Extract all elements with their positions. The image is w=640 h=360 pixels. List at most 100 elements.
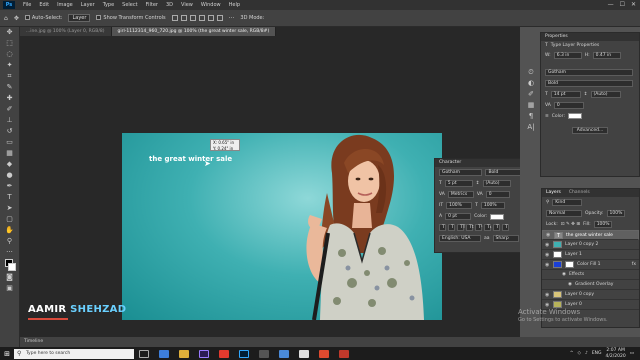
- faux-italic-button[interactable]: T: [448, 224, 455, 231]
- menu-layer[interactable]: Layer: [77, 2, 99, 8]
- app6-icon[interactable]: [339, 349, 349, 358]
- browser-icon[interactable]: [159, 349, 169, 358]
- char-style-field[interactable]: Bold: [485, 169, 521, 176]
- char-antialias-field[interactable]: Sharp: [492, 235, 519, 242]
- eye-icon[interactable]: ◉: [545, 252, 550, 258]
- color-swatches-icon[interactable]: [4, 258, 16, 272]
- prop-color-swatch[interactable]: [567, 113, 582, 119]
- more-options-icon[interactable]: ···: [229, 15, 235, 22]
- app5-icon[interactable]: [319, 349, 329, 358]
- dodge-icon[interactable]: ●: [4, 170, 16, 181]
- photoshop-taskbar-icon[interactable]: [239, 349, 249, 358]
- char-language-field[interactable]: English: USA: [439, 235, 481, 242]
- marquee-icon[interactable]: ⬚: [4, 38, 16, 49]
- tab-document-2[interactable]: girl-1112314_960_720.jpg @ 100% (the gre…: [111, 27, 277, 36]
- char-baseline-field[interactable]: 0 pt: [445, 213, 472, 220]
- show-transform-toggle[interactable]: Show Transform Controls: [96, 15, 166, 21]
- app2-icon[interactable]: [259, 349, 269, 358]
- prop-font-field[interactable]: Gotham: [545, 69, 633, 76]
- app-icon[interactable]: [219, 349, 229, 358]
- char-font-field[interactable]: Gotham: [439, 169, 483, 176]
- align-right-icon[interactable]: [189, 15, 196, 21]
- char-vscale-field[interactable]: 100%: [446, 202, 473, 209]
- rectangle-icon[interactable]: ▢: [4, 214, 16, 225]
- eye-icon[interactable]: ◉: [545, 292, 550, 298]
- prop-size-field[interactable]: 14 pt: [550, 91, 581, 98]
- eyedropper-icon[interactable]: ✎: [4, 82, 16, 93]
- healing-brush-icon[interactable]: ✚: [4, 93, 16, 104]
- char-kerning-field[interactable]: Metrics: [447, 191, 474, 198]
- app4-icon[interactable]: [299, 349, 309, 358]
- strikethrough-button[interactable]: T: [502, 224, 509, 231]
- prop-leading-field[interactable]: (Auto): [590, 91, 621, 98]
- align-bottom-icon[interactable]: [216, 15, 223, 21]
- show-transform-checkbox[interactable]: [96, 15, 102, 20]
- char-leading-field[interactable]: (Auto): [482, 180, 511, 187]
- brush-panel-icon[interactable]: ✐: [525, 89, 537, 100]
- menu-help[interactable]: Help: [225, 2, 244, 8]
- file-explorer-icon[interactable]: [179, 349, 189, 358]
- headline-text-layer[interactable]: the great winter sale: [149, 155, 232, 163]
- layer-row[interactable]: ◉ Layer 0 copy 2: [542, 240, 639, 250]
- align-left-icon[interactable]: [171, 15, 178, 21]
- prop-h-field[interactable]: 0.47 in: [592, 52, 621, 59]
- task-view-icon[interactable]: [139, 349, 149, 358]
- history-panel-icon[interactable]: ⏲: [525, 67, 537, 78]
- eye-icon[interactable]: ◉: [545, 262, 550, 268]
- subscript-button[interactable]: T₁: [484, 224, 492, 231]
- auto-select-checkbox[interactable]: [24, 15, 30, 20]
- layer-row-headline[interactable]: ◉ Tthe great winter sale: [542, 230, 639, 240]
- menu-view[interactable]: View: [177, 2, 197, 8]
- char-color-swatch[interactable]: [490, 213, 505, 220]
- close-icon[interactable]: ✕: [631, 1, 636, 8]
- advanced-button[interactable]: Advanced...: [572, 127, 608, 134]
- language-indicator[interactable]: ENG: [592, 351, 602, 356]
- superscript-button[interactable]: T¹: [475, 224, 483, 231]
- adjust-panel-icon[interactable]: ◐: [525, 78, 537, 89]
- glyph-panel-icon[interactable]: A|: [525, 122, 537, 133]
- char-hscale-field[interactable]: 100%: [480, 202, 505, 209]
- paragraph-panel-icon[interactable]: ¶: [525, 111, 537, 122]
- menu-file[interactable]: File: [19, 2, 35, 8]
- eraser-icon[interactable]: ▭: [4, 137, 16, 148]
- magic-wand-icon[interactable]: ✦: [4, 60, 16, 71]
- timeline-label[interactable]: Timeline: [24, 339, 43, 344]
- gradient-icon[interactable]: ▦: [4, 148, 16, 159]
- layer-effect-item[interactable]: ◉ Gradient Overlay: [542, 280, 639, 290]
- small-caps-button[interactable]: Tt: [466, 224, 474, 231]
- layer-row[interactable]: ◉ Layer 1: [542, 250, 639, 260]
- align-top-icon[interactable]: [198, 15, 205, 21]
- align-center-icon[interactable]: [180, 15, 187, 21]
- faux-bold-button[interactable]: T: [439, 224, 446, 231]
- document-canvas[interactable]: the great winter sale X: 0.65" in Y: 0.2…: [122, 133, 442, 320]
- type-icon[interactable]: T: [4, 192, 16, 203]
- eye-icon[interactable]: ◉: [545, 302, 550, 308]
- prop-w-field[interactable]: 6.3 in: [553, 52, 582, 59]
- after-effects-icon[interactable]: [199, 349, 209, 358]
- brush-icon[interactable]: ✐: [4, 104, 16, 115]
- all-caps-button[interactable]: TT: [457, 224, 465, 231]
- menu-window[interactable]: Window: [197, 2, 225, 8]
- char-size-field[interactable]: 5 pt: [444, 180, 473, 187]
- app3-icon[interactable]: [279, 349, 289, 358]
- chevron-up-icon[interactable]: ^: [570, 351, 574, 356]
- layer-row[interactable]: ◉ Layer 0 copy: [542, 290, 639, 300]
- lasso-icon[interactable]: ◌: [4, 49, 16, 60]
- move-icon[interactable]: ✥: [4, 27, 16, 38]
- pen-icon[interactable]: ✒: [4, 181, 16, 192]
- tab-layers[interactable]: Layers: [546, 189, 561, 197]
- fill-field[interactable]: 100%: [593, 221, 612, 228]
- menu-select[interactable]: Select: [118, 2, 141, 8]
- fx-icon[interactable]: fx: [632, 262, 636, 267]
- auto-select-toggle[interactable]: Auto-Select:: [24, 15, 62, 21]
- blend-mode-field[interactable]: Normal: [546, 210, 582, 217]
- stamp-icon[interactable]: ⊥: [4, 115, 16, 126]
- maximize-icon[interactable]: ☐: [620, 1, 625, 8]
- swatch-panel-icon[interactable]: ▦: [525, 100, 537, 111]
- menu-3d[interactable]: 3D: [162, 2, 177, 8]
- layer-effects-row[interactable]: ◉ Effects: [542, 270, 639, 280]
- crop-icon[interactable]: ⌗: [4, 71, 16, 82]
- char-tracking-field[interactable]: 0: [485, 191, 510, 198]
- menu-edit[interactable]: Edit: [35, 2, 53, 8]
- volume-icon[interactable]: ♪: [585, 351, 588, 356]
